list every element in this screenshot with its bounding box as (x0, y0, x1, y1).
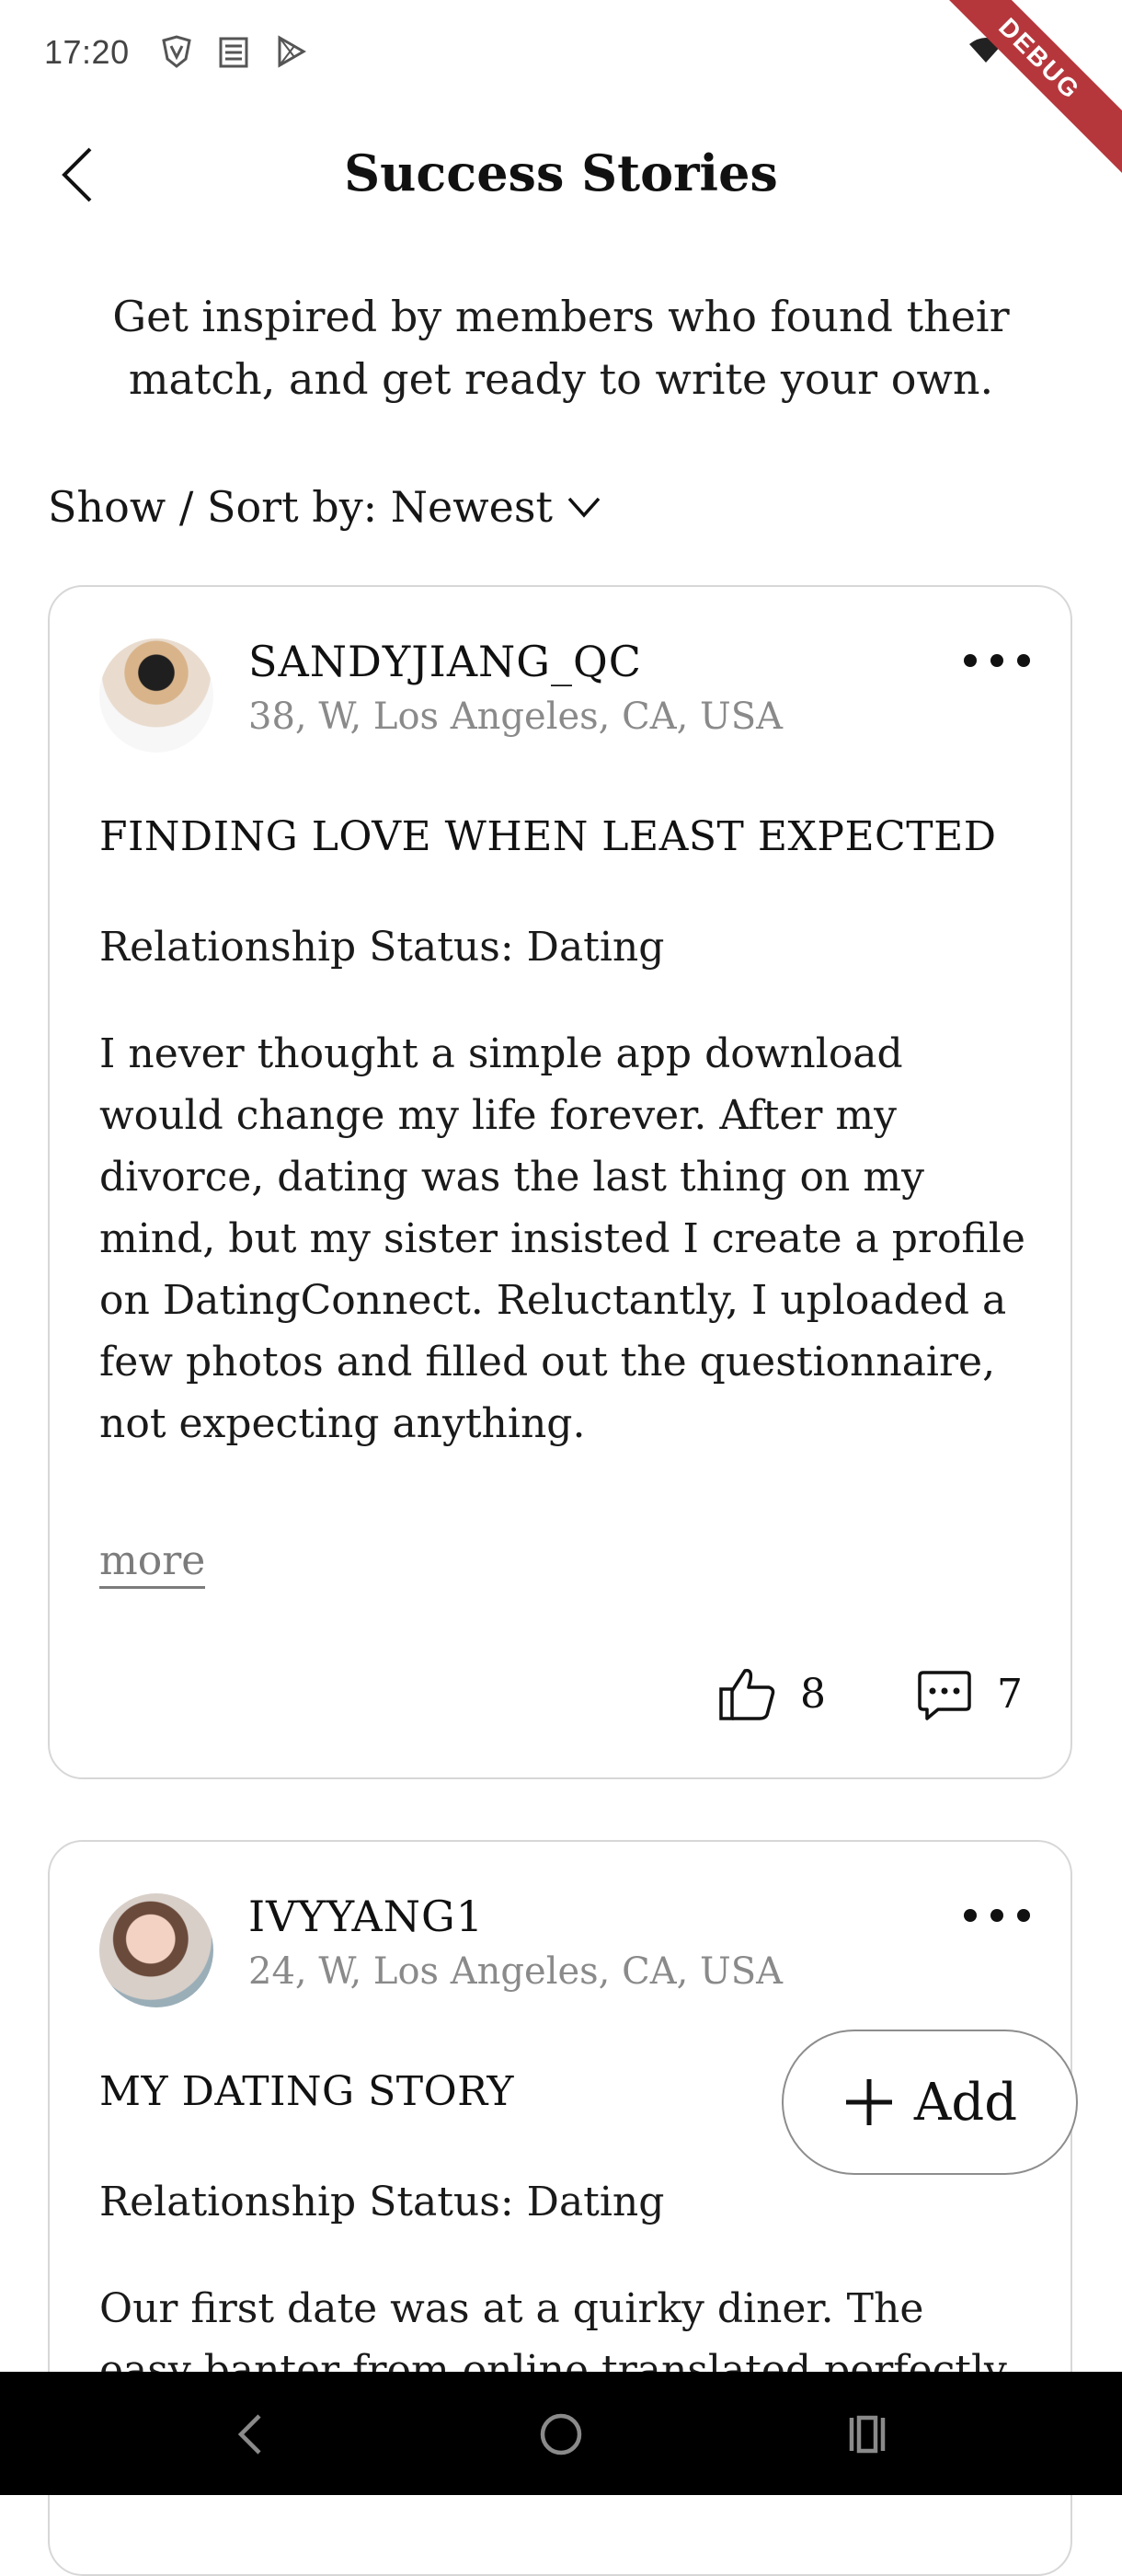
more-dot (1017, 654, 1030, 667)
more-dot (990, 654, 1003, 667)
vpn-shield-icon (162, 35, 191, 68)
nav-home-icon (540, 2413, 582, 2455)
nav-back-button[interactable] (223, 2405, 281, 2464)
story-title: MY DATING STORY (99, 2068, 514, 2115)
relationship-status: Relationship Status: Dating (99, 2179, 665, 2225)
relationship-status: Relationship Status: Dating (99, 924, 665, 971)
status-notification-icons (158, 33, 309, 70)
plus-icon (845, 2079, 892, 2125)
sort-dropdown[interactable]: Show / Sort by: Newest (48, 482, 602, 532)
like-button[interactable]: 8 (717, 1663, 826, 1724)
more-dot (964, 654, 977, 667)
more-options-button[interactable] (964, 642, 1030, 679)
nav-recents-button[interactable] (839, 2405, 898, 2464)
intro-text: Get inspired by members who found their … (112, 292, 1010, 404)
more-link[interactable]: more (99, 1536, 206, 1589)
more-dot (990, 1909, 1003, 1922)
status-time: 17:20 (44, 33, 130, 71)
story-title: FINDING LOVE WHEN LEAST EXPECTED (99, 813, 997, 860)
more-dot (1017, 1909, 1030, 1922)
comment-count: 7 (997, 1670, 1023, 1718)
username[interactable]: SANDYJIANG_QC (248, 637, 642, 686)
thumbs-up-icon (719, 1668, 775, 1720)
user-meta: 38, W, Los Angeles, CA, USA (248, 696, 784, 738)
username[interactable]: IVYYANG1 (248, 1892, 484, 1941)
more-dot (964, 1909, 977, 1922)
nav-recents-icon (849, 2415, 886, 2454)
avatar[interactable] (99, 1893, 213, 2007)
chevron-down-icon (567, 497, 601, 518)
story-body: I never thought a simple app download wo… (99, 1030, 1025, 1447)
nav-home-button[interactable] (532, 2405, 590, 2464)
play-store-icon (278, 35, 307, 68)
comment-button[interactable]: 7 (914, 1663, 1023, 1724)
sort-label: Show / Sort by: Newest (48, 482, 553, 532)
story-card[interactable]: SANDYJIANG_QC 38, W, Los Angeles, CA, US… (48, 585, 1072, 1779)
more-options-button[interactable] (964, 1897, 1030, 1934)
like-count: 8 (800, 1670, 826, 1718)
comment-icon (918, 1671, 971, 1720)
nav-back-icon (237, 2414, 261, 2455)
add-label: Add (913, 2072, 1018, 2133)
page-title: Success Stories (344, 144, 778, 202)
story-actions: 8 7 (717, 1663, 1023, 1724)
status-bar: 17:20 DEBUG (0, 0, 1122, 179)
user-meta: 24, W, Los Angeles, CA, USA (248, 1950, 784, 1993)
system-nav-bar (0, 2372, 1122, 2495)
add-story-button[interactable]: Add (782, 2030, 1078, 2175)
app-bar: Success Stories (0, 120, 1122, 230)
avatar[interactable] (99, 638, 213, 753)
news-icon (219, 37, 248, 68)
